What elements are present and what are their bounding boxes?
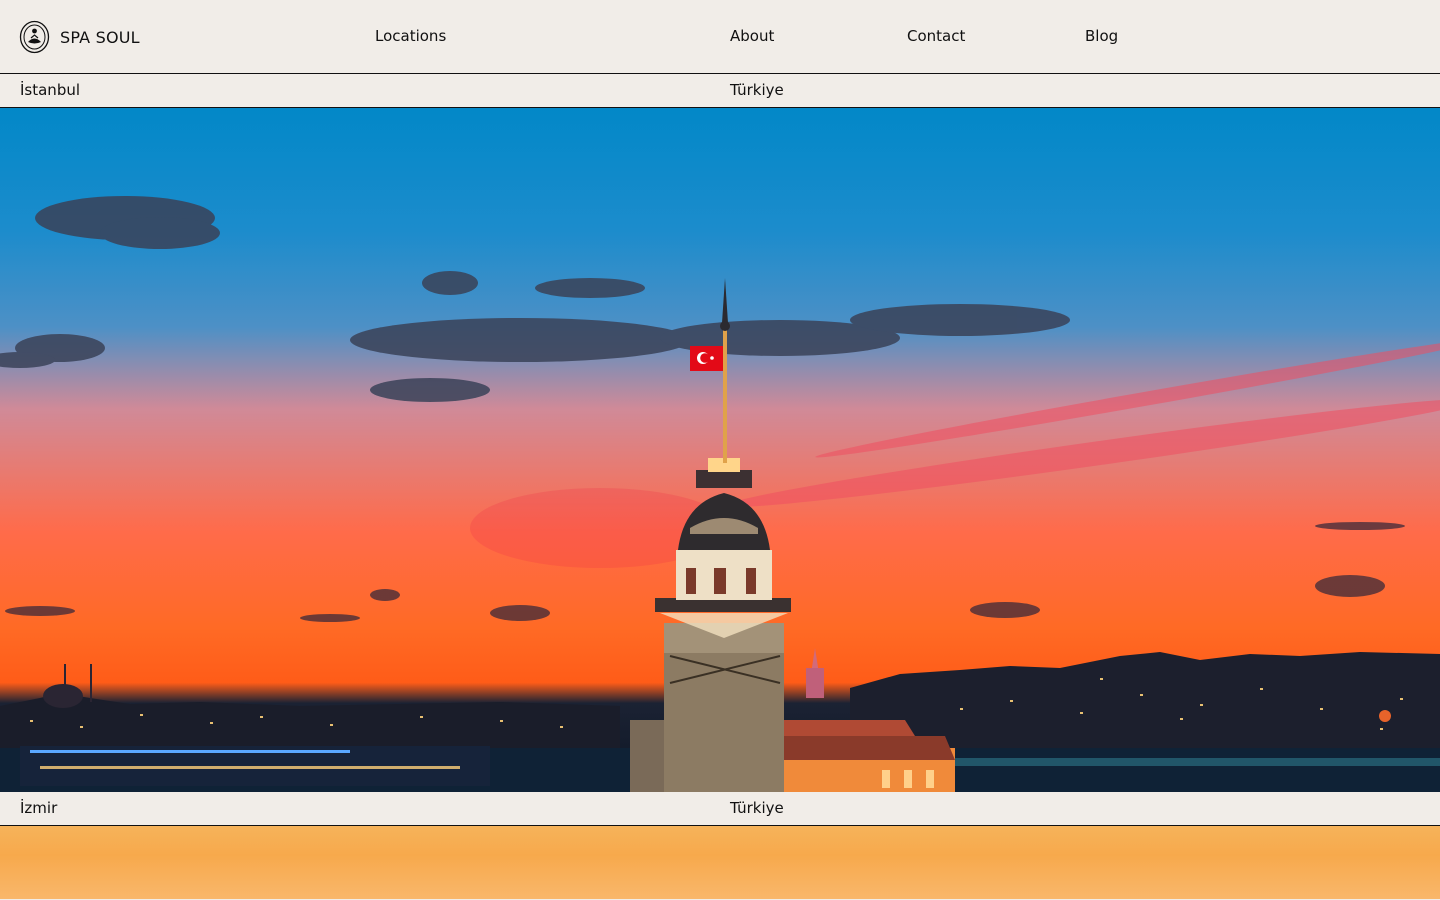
location-country: Türkiye <box>730 81 784 99</box>
brand-name: SPA SOUL <box>60 27 140 47</box>
location-country: Türkiye <box>730 799 784 817</box>
location-izmir[interactable]: İzmir Türkiye <box>0 792 1440 899</box>
nav-about[interactable]: About <box>730 27 774 45</box>
location-istanbul[interactable]: İstanbul Türkiye <box>0 74 1440 792</box>
nav-locations[interactable]: Locations <box>375 27 446 45</box>
meditation-logo-icon <box>19 20 50 54</box>
maidens-tower-sunset-photo[interactable] <box>0 108 1440 792</box>
logo-link[interactable]: SPA SOUL <box>19 20 140 54</box>
nav-contact[interactable]: Contact <box>907 27 965 45</box>
nav-blog[interactable]: Blog <box>1085 27 1118 45</box>
site-header: SPA SOUL Locations About Contact Blog <box>0 0 1440 74</box>
location-city: İzmir <box>20 799 58 817</box>
location-row[interactable]: İstanbul Türkiye <box>0 74 1440 108</box>
photo-scene <box>0 196 1440 792</box>
location-city: İstanbul <box>20 81 81 99</box>
location-row[interactable]: İzmir Türkiye <box>0 792 1440 826</box>
izmir-sunset-photo[interactable] <box>0 826 1440 899</box>
